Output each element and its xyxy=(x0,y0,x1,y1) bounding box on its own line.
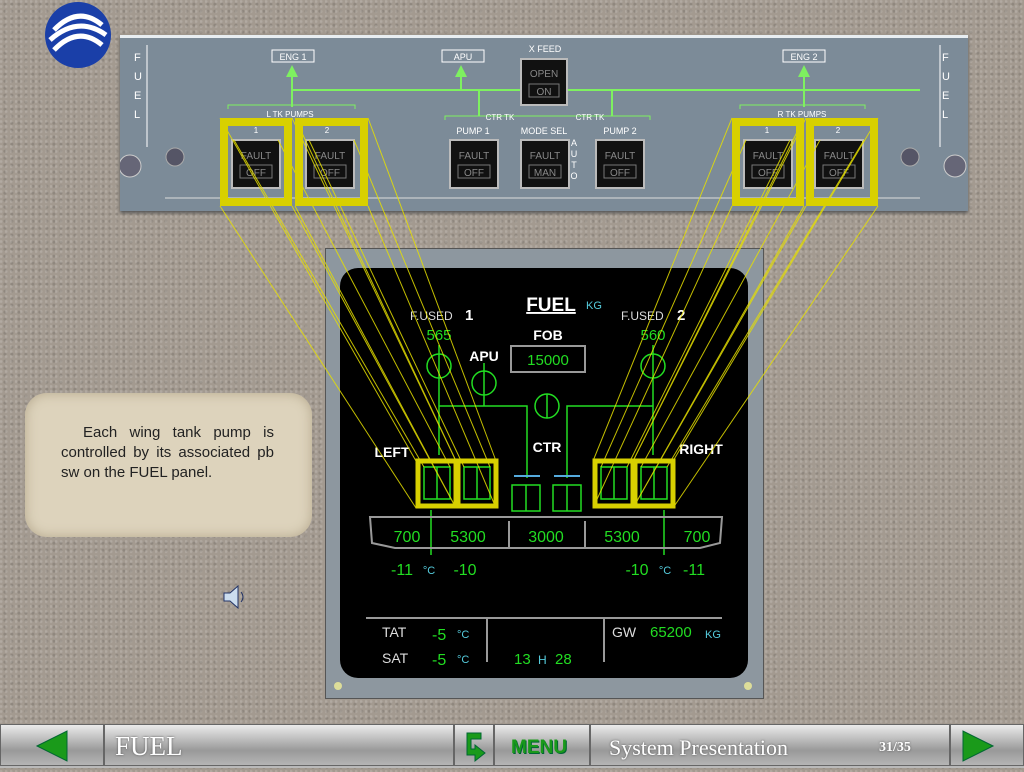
menu-button[interactable]: MENU xyxy=(494,724,590,766)
ecam-title: FUEL xyxy=(526,295,576,316)
fused1-value: 565 xyxy=(426,327,451,344)
next-button[interactable] xyxy=(950,724,1024,766)
menu-label: MENU xyxy=(511,737,567,758)
fused2-label: F.USED xyxy=(621,309,664,323)
deg-c-unit: °C xyxy=(423,565,435,577)
deg-c-unit: °C xyxy=(659,565,671,577)
tat-label: TAT xyxy=(382,624,407,640)
gw-label: GW xyxy=(612,624,637,640)
return-arrow-icon xyxy=(466,732,486,763)
navigation-bar: FUEL MENU System Presentation 31/35 xyxy=(0,724,1024,768)
unit-label: KG xyxy=(586,300,602,312)
arrow-right-icon xyxy=(962,730,995,762)
ctr-label: CTR xyxy=(533,439,562,455)
speaker-icon[interactable] xyxy=(222,583,246,611)
time-hours: 13 xyxy=(514,651,531,668)
time-separator: H xyxy=(538,653,547,667)
fused1-number: 1 xyxy=(465,307,473,324)
arrow-left-icon xyxy=(35,730,68,762)
section-title: FUEL xyxy=(115,731,183,761)
deg-c-unit: °C xyxy=(457,629,469,641)
tank-left-inner: 5300 xyxy=(450,529,486,546)
tank-right-inner: 5300 xyxy=(604,529,640,546)
tat-value: -5 xyxy=(432,627,446,644)
time-minutes: 28 xyxy=(555,651,572,668)
explanation-note: Each wing tank pump is controlled by its… xyxy=(25,393,312,537)
tank-center: 3000 xyxy=(528,529,564,546)
gross-weight-value: 65200 xyxy=(650,624,692,641)
fob-value: 15000 xyxy=(527,352,569,369)
previous-button[interactable] xyxy=(0,724,104,766)
page-counter: 31/35 xyxy=(879,740,911,755)
tank-left-outer: 700 xyxy=(394,529,421,546)
temp-left-inner: -10 xyxy=(453,562,476,579)
deg-c-unit: °C xyxy=(457,654,469,666)
tank-right-outer: 700 xyxy=(684,529,711,546)
sat-value: -5 xyxy=(432,652,446,669)
ecam-apu-label: APU xyxy=(469,348,499,364)
temp-right-outer: -11 xyxy=(683,562,705,579)
note-text: Each wing tank pump is controlled by its… xyxy=(61,424,274,481)
back-button[interactable] xyxy=(454,724,494,766)
fob-label: FOB xyxy=(533,327,563,343)
presentation-title: System Presentation xyxy=(609,735,789,760)
temp-right-inner: -10 xyxy=(625,562,648,579)
sat-label: SAT xyxy=(382,650,409,666)
gw-unit: KG xyxy=(705,629,721,641)
temp-left-outer: -11 xyxy=(391,562,413,579)
